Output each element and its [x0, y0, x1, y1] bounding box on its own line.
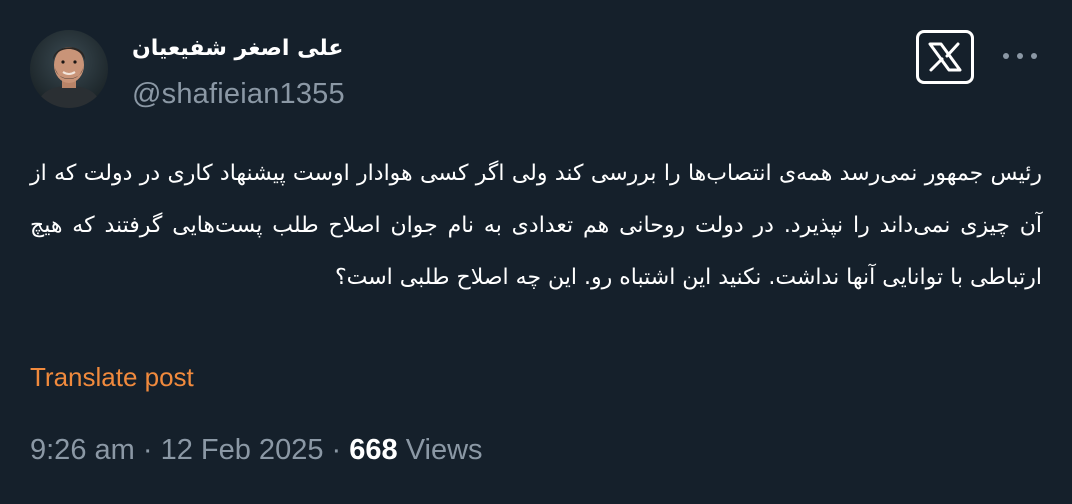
author-handle[interactable]: @shafieian1355 — [132, 78, 345, 111]
avatar-photo-icon — [30, 30, 108, 108]
more-options-button[interactable] — [1003, 44, 1037, 68]
more-dots-icon — [1003, 53, 1009, 59]
tweet-date[interactable]: 12 Feb 2025 — [161, 434, 324, 466]
tweet-time[interactable]: 9:26 am — [30, 434, 135, 466]
views-label: Views — [405, 434, 483, 466]
tweet-card: علی اصغر شفیعیان @shafieian1355 رئیس جمه… — [0, 0, 1072, 504]
author-display-name[interactable]: علی اصغر شفیعیان — [132, 36, 343, 61]
meta-separator: · — [331, 434, 342, 466]
tweet-text: رئیس جمهور نمی‌رسد همه‌ی انتصاب‌ها را بر… — [30, 161, 1042, 290]
x-logo-icon[interactable] — [916, 30, 974, 84]
avatar[interactable] — [30, 30, 108, 108]
tweet-meta: 9:26 am · 12 Feb 2025 · 668 Views — [30, 434, 483, 467]
more-dots-icon — [1031, 53, 1037, 59]
meta-separator: · — [142, 434, 153, 466]
more-dots-icon — [1017, 53, 1023, 59]
translate-post-link[interactable]: Translate post — [30, 362, 194, 393]
views-count: 668 — [349, 434, 398, 466]
